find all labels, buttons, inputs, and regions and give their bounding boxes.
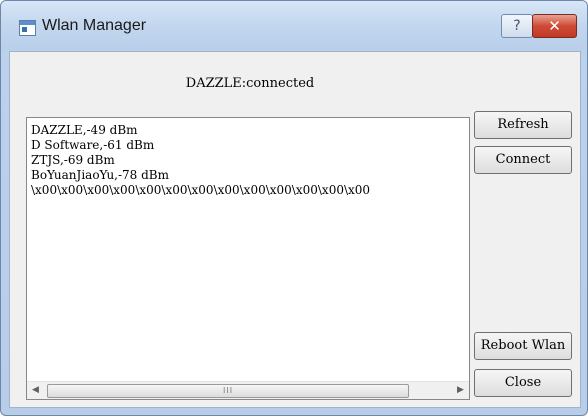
app-icon-block <box>22 27 27 32</box>
scroll-right-arrow-icon[interactable]: ▶ <box>452 382 469 399</box>
title-bar[interactable]: Wlan Manager ? ✕ <box>1 1 587 51</box>
scrollbar-thumb[interactable]: III <box>47 384 409 398</box>
app-window-icon <box>19 20 36 36</box>
wlan-manager-window: Wlan Manager ? ✕ DAZZLE:connected DAZZLE… <box>0 0 588 416</box>
help-button[interactable]: ? <box>501 14 533 38</box>
network-list-item[interactable]: \x00\x00\x00\x00\x00\x00\x00\x00\x00\x00… <box>27 183 469 198</box>
window-close-button[interactable]: ✕ <box>532 14 577 38</box>
scrollbar-grip-icon: III <box>223 386 234 395</box>
network-list-item[interactable]: D Software,-61 dBm <box>27 138 469 153</box>
refresh-button[interactable]: Refresh <box>474 111 572 139</box>
network-list[interactable]: DAZZLE,-49 dBm D Software,-61 dBm ZTJS,-… <box>26 117 470 400</box>
network-list-item[interactable]: ZTJS,-69 dBm <box>27 153 469 168</box>
app-icon-bar <box>20 21 35 25</box>
horizontal-scrollbar[interactable]: ◀ III ▶ <box>27 381 469 399</box>
network-list-item[interactable]: BoYuanJiaoYu,-78 dBm <box>27 168 469 183</box>
connect-button[interactable]: Connect <box>474 146 572 174</box>
window-title: Wlan Manager <box>42 17 147 34</box>
reboot-wlan-button[interactable]: Reboot Wlan <box>474 332 572 360</box>
scroll-left-arrow-icon[interactable]: ◀ <box>27 382 44 399</box>
network-list-item[interactable]: DAZZLE,-49 dBm <box>27 123 469 138</box>
dialog-client-area: DAZZLE:connected DAZZLE,-49 dBm D Softwa… <box>9 51 581 408</box>
close-button[interactable]: Close <box>474 369 572 397</box>
connection-status-label: DAZZLE:connected <box>185 76 315 91</box>
